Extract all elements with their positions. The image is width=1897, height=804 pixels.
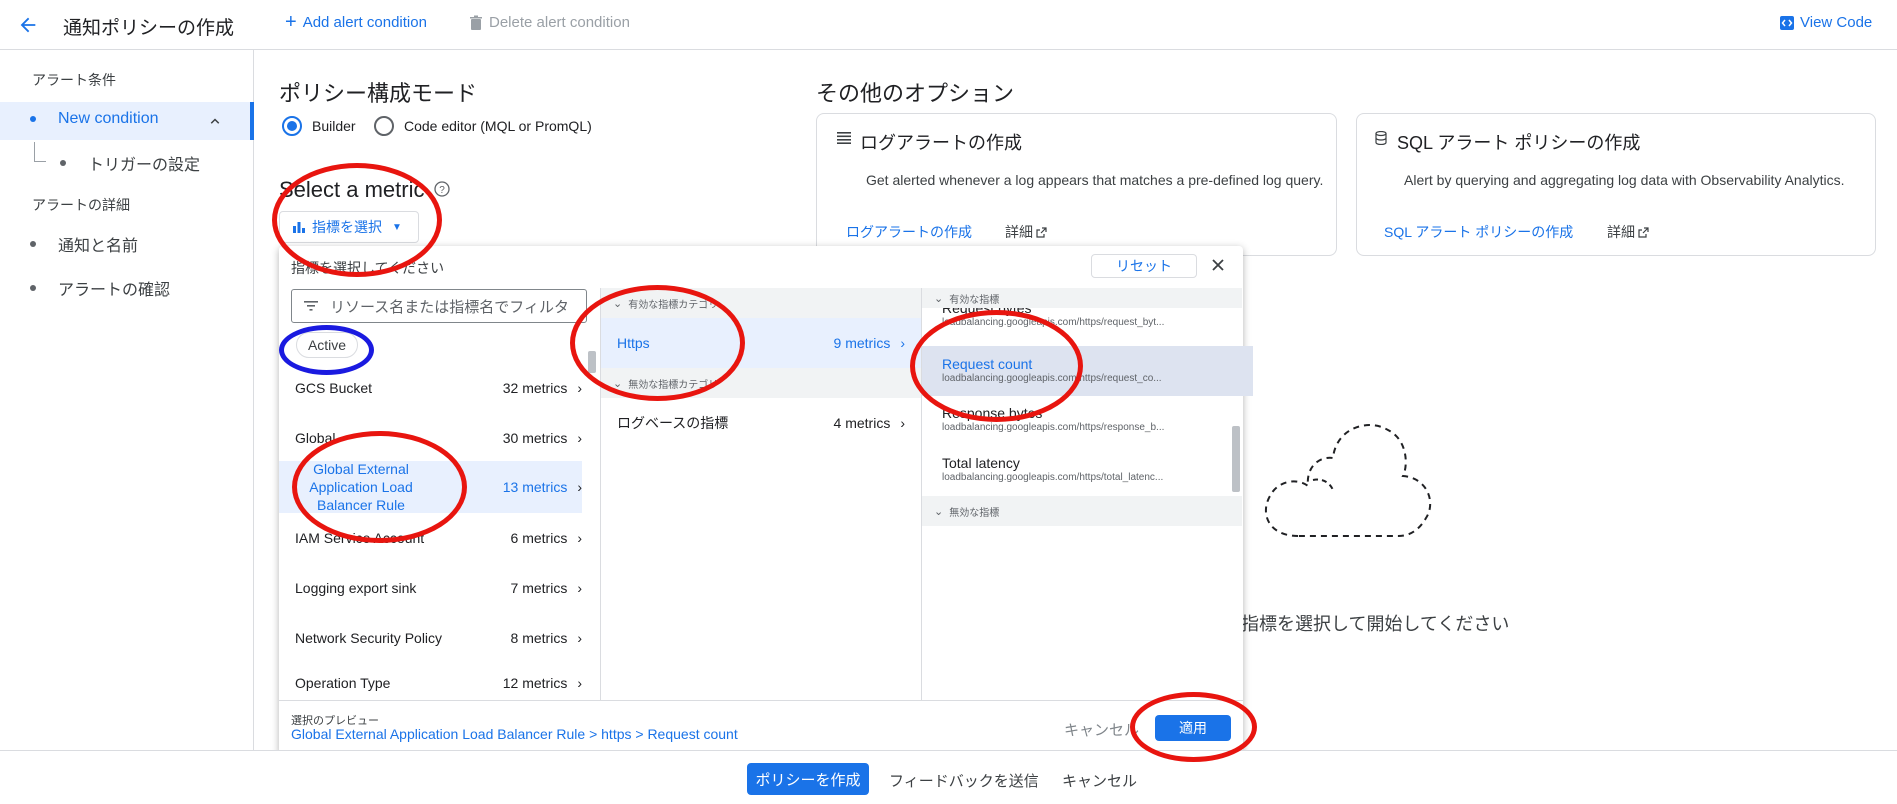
log-alert-create-link[interactable]: ログアラートの作成 xyxy=(846,222,972,242)
annotation-ring-lb-rule xyxy=(292,431,467,543)
other-options-title: その他のオプション xyxy=(816,81,1015,106)
sidebar-item-review[interactable]: アラートの確認 xyxy=(30,276,170,300)
top-bar: 通知ポリシーの作成 + Add alert condition Delete a… xyxy=(0,0,1897,50)
chevron-right-icon: › xyxy=(577,380,582,396)
bottom-bar: ポリシーを作成 フィードバックを送信 キャンセル xyxy=(0,750,1897,804)
sidebar-item-new-condition[interactable]: New condition xyxy=(0,102,254,140)
sidebar-section-details: アラートの詳細 xyxy=(32,197,130,213)
list-icon xyxy=(837,132,851,144)
resource-row-operation-type[interactable]: Operation Type 12 metrics › xyxy=(295,663,582,703)
sql-alert-details-link[interactable]: 詳細 xyxy=(1607,222,1649,242)
annotation-ring-https xyxy=(570,285,745,401)
code-editor-radio[interactable]: Code editor (MQL or PromQL) xyxy=(374,116,592,136)
bullet-icon xyxy=(30,241,36,247)
external-link-icon xyxy=(1036,226,1047,238)
sql-alert-card: SQL アラート ポリシーの作成 Alert by querying and a… xyxy=(1356,113,1876,256)
sidebar: アラート条件 New condition トリガーの設定 アラートの詳細 通知と… xyxy=(0,50,254,750)
log-alert-card: ログアラートの作成 Get alerted whenever a log app… xyxy=(816,113,1337,256)
back-arrow-icon[interactable] xyxy=(17,14,39,36)
resource-row-network-security-policy[interactable]: Network Security Policy 8 metrics › xyxy=(295,613,582,663)
bullet-icon xyxy=(30,116,36,122)
create-policy-button[interactable]: ポリシーを作成 xyxy=(747,763,869,795)
annotation-ring-active-chip xyxy=(279,325,374,375)
resource-row-logging-export-sink[interactable]: Logging export sink 7 metrics › xyxy=(295,563,582,613)
filter-icon xyxy=(304,301,318,311)
code-icon xyxy=(1780,15,1794,30)
log-alert-title: ログアラートの作成 xyxy=(860,133,1022,153)
picker-cancel-button[interactable]: キャンセル xyxy=(1064,719,1139,740)
sidebar-item-notify[interactable]: 通知と名前 xyxy=(30,232,138,256)
chevron-right-icon: › xyxy=(577,580,582,596)
sidebar-item-trigger[interactable]: トリガーの設定 xyxy=(60,151,200,175)
metric-scrollbar[interactable] xyxy=(1232,426,1240,492)
view-code-button[interactable]: View Code xyxy=(1780,14,1872,31)
cancel-button[interactable]: キャンセル xyxy=(1062,770,1137,791)
plus-icon: + xyxy=(285,11,297,33)
database-icon xyxy=(1375,131,1387,145)
category-row-log-based[interactable]: ログベースの指標 4 metrics › xyxy=(601,398,921,448)
svg-text:?: ? xyxy=(439,185,445,196)
bullet-icon xyxy=(30,285,36,291)
page-title: 通知ポリシーの作成 xyxy=(63,18,235,39)
empty-state-text: 指標を選択して開始してください xyxy=(1241,614,1510,634)
chevron-right-icon: › xyxy=(577,430,582,446)
log-alert-desc: Get alerted whenever a log appears that … xyxy=(866,172,1324,188)
external-link-icon xyxy=(1638,226,1649,238)
tree-connector xyxy=(34,142,46,162)
add-alert-condition-button[interactable]: + Add alert condition xyxy=(285,11,427,33)
sql-alert-desc: Alert by querying and aggregating log da… xyxy=(1404,172,1845,188)
sql-alert-title: SQL アラート ポリシーの作成 xyxy=(1397,133,1641,153)
close-icon[interactable] xyxy=(1211,258,1225,272)
help-icon[interactable]: ? xyxy=(434,181,450,197)
chevron-right-icon: › xyxy=(577,630,582,646)
builder-radio[interactable]: Builder xyxy=(282,116,356,136)
chevron-right-icon: › xyxy=(577,675,582,691)
chevron-right-icon: › xyxy=(577,530,582,546)
resource-filter-input[interactable]: リソース名または指標名でフィルタ xyxy=(291,289,587,323)
preview-value: Global External Application Load Balance… xyxy=(291,726,738,742)
annotation-ring-apply xyxy=(1130,692,1257,762)
active-metrics-header[interactable]: ⌄ 有効な指標 xyxy=(922,288,1242,308)
chevron-down-icon: ⌄ xyxy=(934,292,944,305)
chevron-right-icon: › xyxy=(577,479,582,495)
chevron-down-icon: ⌄ xyxy=(934,505,944,518)
send-feedback-button[interactable]: フィードバックを送信 xyxy=(889,770,1039,791)
annotation-ring-select-metric xyxy=(272,163,442,277)
annotation-ring-request-count xyxy=(910,310,1083,422)
inactive-metrics-header[interactable]: ⌄ 無効な指標 xyxy=(922,496,1242,526)
sql-alert-create-link[interactable]: SQL アラート ポリシーの作成 xyxy=(1384,222,1573,242)
chevron-right-icon: › xyxy=(900,335,905,351)
cloud-illustration-icon xyxy=(1258,418,1436,538)
reset-button[interactable]: リセット xyxy=(1091,254,1197,278)
trash-icon xyxy=(469,15,483,31)
chevron-right-icon: › xyxy=(900,415,905,431)
log-alert-details-link[interactable]: 詳細 xyxy=(1005,222,1047,242)
bullet-icon xyxy=(60,160,66,166)
chevron-up-icon[interactable] xyxy=(206,112,224,130)
mode-title: ポリシー構成モード xyxy=(279,81,478,106)
delete-alert-condition-button[interactable]: Delete alert condition xyxy=(469,14,630,31)
sidebar-section-conditions: アラート条件 xyxy=(32,72,116,88)
